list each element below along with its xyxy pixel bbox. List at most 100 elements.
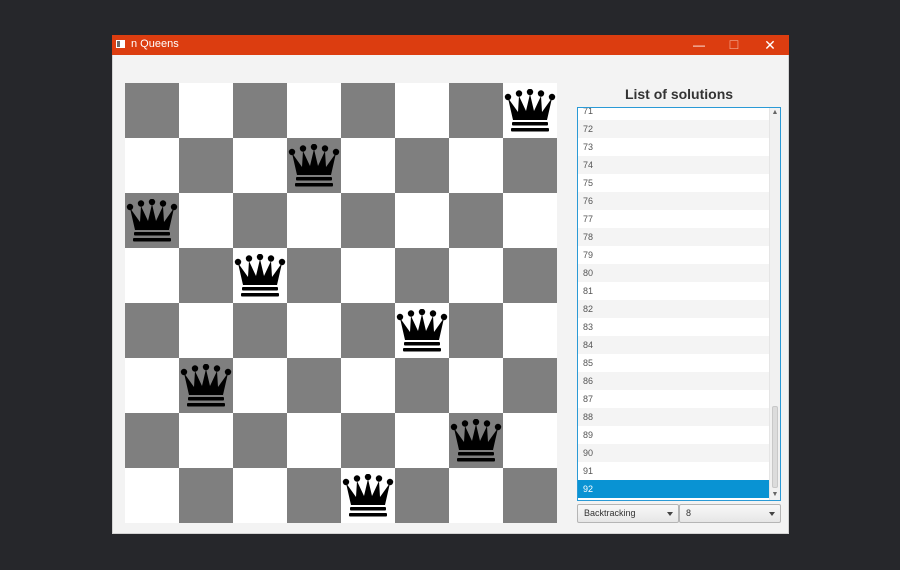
solution-list-item[interactable]: 91 <box>578 462 770 480</box>
board-cell <box>125 413 179 468</box>
solution-list-item[interactable]: 75 <box>578 174 770 192</box>
solution-list-item[interactable]: 74 <box>578 156 770 174</box>
minimize-button[interactable]: — <box>682 35 716 55</box>
maximize-button[interactable]: ☐ <box>717 35 751 55</box>
solution-list-item[interactable]: 92 <box>578 480 770 498</box>
solutions-rows: 71 72 73 74 75 76 77 78 79 80 81 82 83 84 85 86 87 88 89 90… <box>578 108 770 498</box>
board-cell <box>179 193 233 248</box>
board-cell <box>395 358 449 413</box>
solution-list-item[interactable]: 73 <box>578 138 770 156</box>
board-cell <box>395 248 449 303</box>
board-cell <box>503 138 557 193</box>
scroll-up-icon[interactable]: ▲ <box>771 109 779 117</box>
queen-icon <box>342 473 394 516</box>
close-button[interactable]: ✕ <box>753 35 787 55</box>
board-cell <box>503 468 557 523</box>
board-cell <box>179 468 233 523</box>
solution-list-item[interactable]: 80 <box>578 264 770 282</box>
board-cell <box>395 193 449 248</box>
board-cell <box>395 303 449 358</box>
board-cell <box>503 83 557 138</box>
solution-list-item[interactable]: 88 <box>578 408 770 426</box>
board-cell <box>449 138 503 193</box>
queen-icon <box>504 88 556 131</box>
queen-icon <box>126 198 178 241</box>
board-size-select[interactable]: 8 <box>679 504 781 523</box>
board-cell <box>503 303 557 358</box>
board-cell <box>179 413 233 468</box>
solutions-list[interactable]: 71 72 73 74 75 76 77 78 79 80 81 82 83 84 85 86 87 88 89 90… <box>577 107 781 501</box>
queen-icon <box>180 363 232 406</box>
board-cell <box>395 413 449 468</box>
board-size-value: 8 <box>686 508 692 518</box>
board-cell <box>449 468 503 523</box>
solution-list-item[interactable]: 87 <box>578 390 770 408</box>
chess-board <box>125 83 557 523</box>
queen-icon <box>288 143 340 186</box>
board-cell <box>125 468 179 523</box>
board-cell <box>287 138 341 193</box>
board-cell <box>287 358 341 413</box>
solution-list-item[interactable]: 82 <box>578 300 770 318</box>
chevron-down-icon <box>667 512 673 516</box>
board-cell <box>341 83 395 138</box>
solution-list-item[interactable]: 77 <box>578 210 770 228</box>
board-cell <box>341 248 395 303</box>
board-cell <box>233 468 287 523</box>
list-scrollbar[interactable]: ▲ ▼ <box>769 108 780 500</box>
board-cell <box>233 83 287 138</box>
board-cell <box>503 358 557 413</box>
board-cell <box>395 468 449 523</box>
scroll-thumb[interactable] <box>772 406 778 488</box>
board-cell <box>341 303 395 358</box>
board-cell <box>341 358 395 413</box>
solution-list-item[interactable]: 90 <box>578 444 770 462</box>
solution-list-item[interactable]: 78 <box>578 228 770 246</box>
board-cell <box>395 83 449 138</box>
board-cell <box>287 468 341 523</box>
solution-list-item[interactable]: 89 <box>578 426 770 444</box>
solution-list-item[interactable]: 85 <box>578 354 770 372</box>
algorithm-select[interactable]: Backtracking <box>577 504 679 523</box>
board-cell <box>503 248 557 303</box>
board-cell <box>503 413 557 468</box>
board-cell <box>179 358 233 413</box>
board-cell <box>341 193 395 248</box>
scroll-down-icon[interactable]: ▼ <box>771 491 779 499</box>
solution-list-item[interactable]: 86 <box>578 372 770 390</box>
board-cell <box>233 358 287 413</box>
chevron-down-icon <box>769 512 775 516</box>
board-cell <box>233 248 287 303</box>
board-cell <box>449 248 503 303</box>
queen-icon <box>234 253 286 296</box>
board-cell <box>125 358 179 413</box>
board-cell <box>179 248 233 303</box>
solution-list-item[interactable]: 71 <box>578 108 770 120</box>
app-icon <box>116 40 125 48</box>
board-cell <box>287 413 341 468</box>
board-cell <box>341 468 395 523</box>
solution-list-item[interactable]: 79 <box>578 246 770 264</box>
solution-list-item[interactable]: 72 <box>578 120 770 138</box>
board-cell <box>449 303 503 358</box>
board-cell <box>287 193 341 248</box>
app-window: n Queens — ☐ ✕ List of solutions 71 72 73 7… <box>112 35 789 534</box>
solution-list-item[interactable]: 81 <box>578 282 770 300</box>
queen-icon <box>450 418 502 461</box>
board-cell <box>179 138 233 193</box>
solution-list-item[interactable]: 83 <box>578 318 770 336</box>
board-cell <box>125 303 179 358</box>
board-cell <box>449 193 503 248</box>
board-cell <box>179 83 233 138</box>
board-cell <box>287 303 341 358</box>
board-cell <box>125 248 179 303</box>
solution-list-item[interactable]: 84 <box>578 336 770 354</box>
board-cell <box>287 248 341 303</box>
board-cell <box>179 303 233 358</box>
window-title: n Queens <box>131 38 179 50</box>
board-cell <box>233 303 287 358</box>
solution-list-item[interactable]: 76 <box>578 192 770 210</box>
title-bar[interactable]: n Queens — ☐ ✕ <box>112 35 789 55</box>
algorithm-value: Backtracking <box>584 508 636 518</box>
board-cell <box>449 358 503 413</box>
